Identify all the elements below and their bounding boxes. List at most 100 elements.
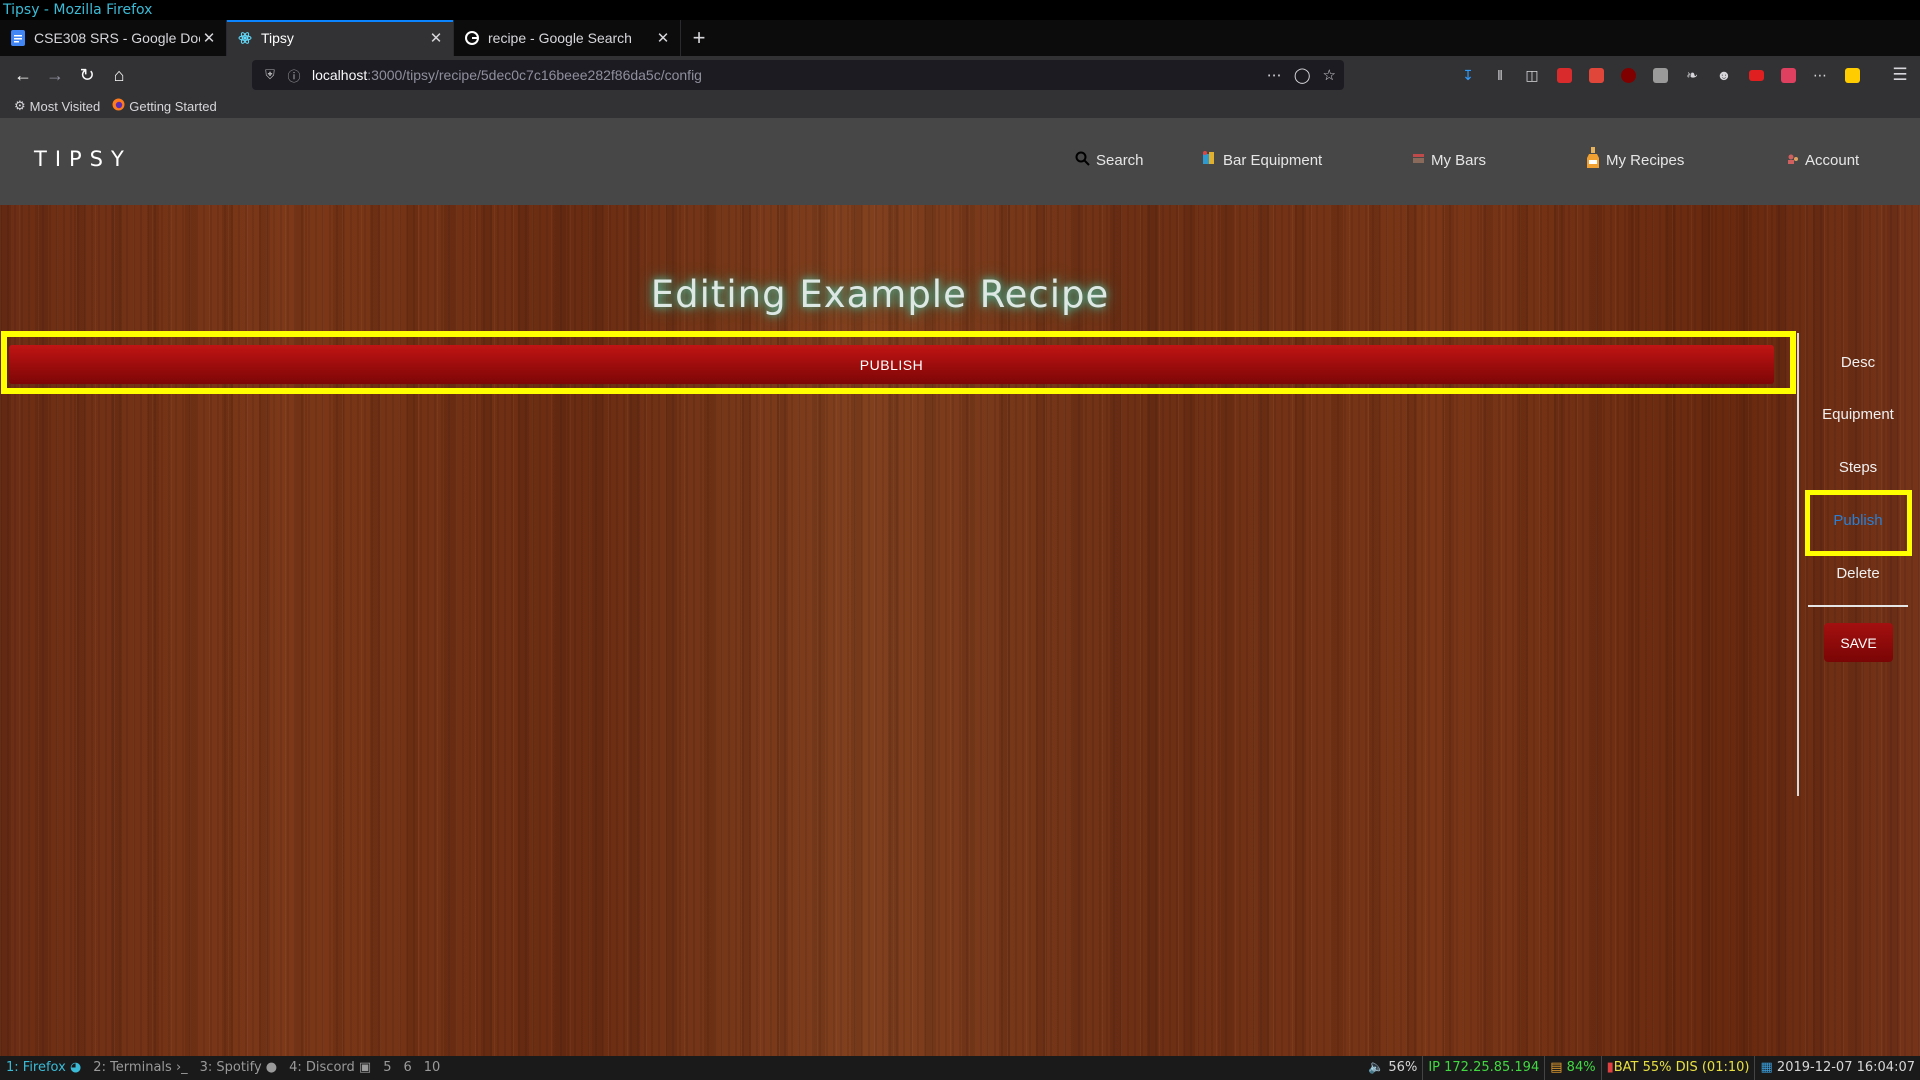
highlight-box (1805, 490, 1912, 556)
page-title: Editing Example Recipe (650, 273, 1110, 316)
nav-label: My Recipes (1606, 151, 1685, 169)
bookmark-getting-started[interactable]: Getting Started (112, 98, 217, 114)
tab-google-doc[interactable]: CSE308 SRS - Google Doc ✕ (0, 20, 227, 56)
account-circle-icon[interactable]: ☻ (1712, 63, 1736, 87)
workspace-5[interactable]: 5 (377, 1056, 397, 1080)
extension-gray-icon[interactable] (1648, 63, 1672, 87)
download-icon[interactable]: ↧ (1456, 63, 1480, 87)
battery-indicator: ▮BAT 55% DIS (01:10) (1600, 1056, 1755, 1080)
back-button[interactable]: ← (8, 60, 38, 90)
save-button[interactable]: SAVE (1824, 623, 1893, 662)
clock: ▦ 2019-12-07 16:04:07 (1754, 1056, 1920, 1080)
url-bar[interactable]: ⛨ ⓘ localhost:3000/tipsy/recipe/5dec0c7c… (252, 60, 1344, 90)
google-docs-icon (10, 30, 26, 46)
system-status-bar: 1: Firefox ◕ 2: Terminals ›_ 3: Spotify … (0, 1056, 1920, 1080)
info-icon[interactable]: ⓘ (284, 65, 304, 85)
side-nav-steps[interactable]: Steps (1808, 459, 1908, 476)
reload-icon: ↻ (79, 64, 95, 85)
nav-my-recipes-link[interactable]: My Recipes (1586, 147, 1685, 173)
workspace-terminals[interactable]: 2: Terminals ›_ (87, 1056, 193, 1080)
wifi-icon: ▤ (1550, 1060, 1563, 1075)
home-button[interactable]: ⌂ (104, 60, 134, 90)
publish-button[interactable]: PUBLISH (9, 345, 1774, 384)
side-nav-rail (1797, 333, 1799, 796)
nav-toolbar: ← → ↻ ⌂ ⛨ ⓘ localhost:3000/tipsy/recipe/… (0, 56, 1920, 94)
calendar-icon: ▦ (1760, 1060, 1773, 1075)
shield-icon: ⛨ (265, 67, 275, 82)
workspace-discord[interactable]: 4: Discord ▣ (283, 1056, 377, 1080)
url-actions: ⋯ ◯ ☆ (1267, 66, 1336, 84)
hamburger-menu-icon[interactable]: ☰ (1888, 63, 1912, 87)
nav-my-bars-link[interactable]: My Bars (1412, 148, 1486, 172)
tab-google-search[interactable]: recipe - Google Search ✕ (454, 20, 681, 56)
gear-icon: ⚙ (14, 98, 26, 113)
arrow-left-icon: ← (14, 64, 32, 85)
overflow-icon[interactable]: ⋯ (1808, 63, 1832, 87)
bookmark-label: Most Visited (29, 98, 101, 114)
cocktail-shaker-icon (1201, 150, 1217, 170)
nav-search-link[interactable]: Search (1075, 148, 1144, 172)
tab-strip: CSE308 SRS - Google Doc ✕ Tipsy ✕ recipe… (0, 20, 1920, 56)
side-nav-delete[interactable]: Delete (1808, 565, 1908, 582)
youtube-icon[interactable] (1744, 63, 1768, 87)
bookmarks-bar: ⚙ Most Visited Getting Started (0, 94, 1920, 118)
web-page: TIPSY Search Bar Equipment My Bars My Re… (0, 118, 1920, 1056)
close-tab-icon[interactable]: ✕ (200, 29, 218, 47)
nav-bar-equipment-link[interactable]: Bar Equipment (1201, 148, 1322, 172)
reload-button[interactable]: ↻ (72, 60, 102, 90)
workspace-firefox[interactable]: 1: Firefox ◕ (0, 1056, 87, 1080)
react-icon (237, 30, 253, 46)
volume-indicator: 🔈 56% (1368, 1060, 1418, 1075)
workspace-6[interactable]: 6 (398, 1056, 418, 1080)
battery-icon: ▮ (1606, 1060, 1614, 1075)
spotify-icon: ● (265, 1060, 278, 1075)
google-icon (464, 30, 480, 46)
site-logo[interactable]: TIPSY (34, 147, 132, 171)
bookmark-most-visited[interactable]: ⚙ Most Visited (14, 98, 100, 114)
nav-label: Bar Equipment (1223, 151, 1323, 169)
side-nav-divider (1808, 605, 1908, 607)
extension-icons: ↧ ‖ ◫ ❧ ☻ ⋯ (1456, 60, 1864, 90)
window-title: Tipsy - Mozilla Firefox (0, 0, 1920, 20)
status-indicators: 🔈 56% IP 172.25.85.194 ▤ 84% ▮BAT 55% DI… (1363, 1056, 1920, 1080)
extension-red-icon[interactable] (1552, 63, 1576, 87)
more-actions-icon[interactable]: ⋯ (1267, 66, 1282, 84)
arrow-right-icon: → (46, 64, 64, 85)
nav-label: Search (1096, 151, 1144, 169)
bottle-icon (1586, 147, 1600, 173)
firefox-icon: ◕ (69, 1060, 82, 1075)
speaker-icon: 🔈 (1368, 1060, 1385, 1075)
sidebar-icon[interactable]: ◫ (1520, 63, 1544, 87)
bookmark-star-icon[interactable]: ☆ (1323, 66, 1336, 84)
forward-button[interactable]: → (40, 60, 70, 90)
bar-icon (1412, 152, 1425, 169)
close-tab-icon[interactable]: ✕ (654, 29, 672, 47)
ublock-icon[interactable] (1616, 63, 1640, 87)
nav-account-link[interactable]: Account (1787, 148, 1859, 172)
close-tab-icon[interactable]: ✕ (427, 29, 445, 47)
extension-w-icon[interactable] (1840, 63, 1864, 87)
tab-tipsy[interactable]: Tipsy ✕ (227, 20, 454, 56)
bookmark-label: Getting Started (129, 98, 217, 114)
new-tab-button[interactable]: + (681, 20, 717, 56)
firefox-icon (112, 98, 125, 114)
side-nav-desc[interactable]: Desc (1808, 354, 1908, 371)
extension-pink-icon[interactable] (1776, 63, 1800, 87)
wifi-indicator: ▤ 84% (1544, 1056, 1600, 1080)
extension-stack-icon[interactable] (1584, 63, 1608, 87)
terminal-icon: ›_ (175, 1060, 188, 1075)
workspace-spotify[interactable]: 3: Spotify ● (194, 1056, 283, 1080)
pocket-icon[interactable]: ◯ (1294, 66, 1311, 84)
workspace-10[interactable]: 10 (418, 1056, 447, 1080)
workspace-label: 3: Spotify (199, 1060, 262, 1075)
workspace-label: 2: Terminals (93, 1060, 172, 1075)
nav-label: My Bars (1431, 151, 1487, 169)
nav-label: Account (1805, 151, 1860, 169)
library-icon[interactable]: ‖ (1488, 63, 1512, 87)
extension-feather-icon[interactable]: ❧ (1680, 63, 1704, 87)
side-nav-equipment[interactable]: Equipment (1808, 406, 1908, 423)
url-text: localhost:3000/tipsy/recipe/5dec0c7c16be… (312, 67, 702, 83)
home-icon: ⌂ (113, 64, 125, 85)
discord-icon: ▣ (358, 1060, 372, 1075)
search-icon (1075, 151, 1090, 170)
